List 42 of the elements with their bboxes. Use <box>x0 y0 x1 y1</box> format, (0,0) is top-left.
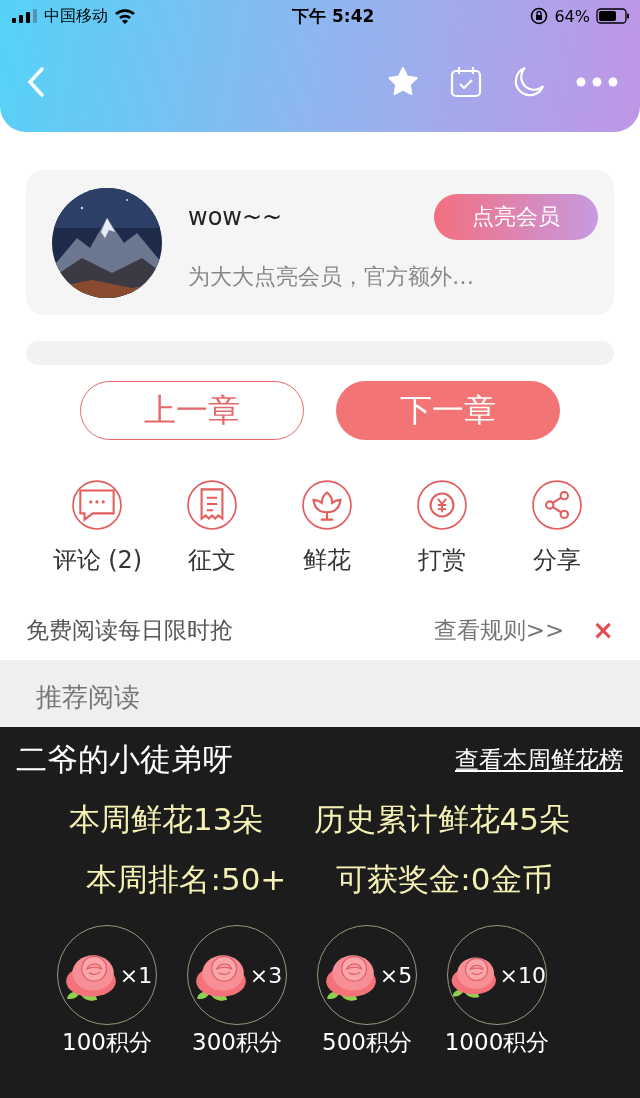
flower-stat: 本周排名:50+ <box>86 860 287 899</box>
star-icon[interactable] <box>387 66 419 98</box>
back-icon[interactable] <box>26 66 46 98</box>
rotation-lock-icon <box>530 7 549 25</box>
flower-price: 500积分 <box>322 1028 412 1057</box>
flower-stat: 本周鲜花13朵 <box>69 800 264 839</box>
share-icon[interactable] <box>531 480 582 530</box>
vip-description: 为大大点亮会员，官方额外… <box>188 262 475 291</box>
flower-price: 1000积分 <box>444 1028 550 1057</box>
flower-stat: 历史累计鲜花45朵 <box>313 800 570 839</box>
ranking-link[interactable]: 查看本周鲜花榜 <box>455 744 623 776</box>
battery-percent: 64% <box>554 6 590 26</box>
flower-icon[interactable] <box>302 480 352 530</box>
receipt-icon[interactable] <box>187 480 238 530</box>
clock-time: 下午 5:42 <box>292 4 375 28</box>
signal-icon <box>12 9 38 23</box>
action-label[interactable]: 征文 <box>188 544 237 576</box>
flower-count: ×3 <box>249 962 283 988</box>
carrier-name: 中国移动 <box>44 5 108 27</box>
flower-count: ×5 <box>379 962 413 988</box>
moon-icon[interactable] <box>513 66 545 98</box>
section-title: 推荐阅读 <box>36 682 140 712</box>
calendar-check-icon[interactable] <box>450 66 482 98</box>
author-name: 二爷的小徒弟呀 <box>16 740 233 779</box>
coin-icon[interactable] <box>416 480 467 530</box>
flower-stat: 可获奖金:0金币 <box>336 860 553 899</box>
flower-count: ×10 <box>499 962 546 988</box>
action-label[interactable]: 分享 <box>532 544 581 576</box>
rules-link[interactable]: 查看规则>> <box>433 614 565 646</box>
user-name: wow~~ <box>188 202 283 231</box>
close-button[interactable]: × <box>592 615 614 645</box>
flower-count: ×1 <box>119 962 153 988</box>
more-icon[interactable] <box>576 77 618 87</box>
wifi-icon <box>114 8 136 24</box>
action-label[interactable]: 评论 (2) <box>52 544 143 576</box>
battery-icon <box>596 8 630 24</box>
flower-price: 100积分 <box>62 1028 152 1057</box>
action-label[interactable]: 打赏 <box>417 544 466 576</box>
flower-price: 300积分 <box>192 1028 282 1057</box>
comment-icon[interactable] <box>72 480 123 530</box>
promo-text: 免费阅读每日限时抢 <box>26 615 233 645</box>
action-label[interactable]: 鲜花 <box>303 544 351 576</box>
